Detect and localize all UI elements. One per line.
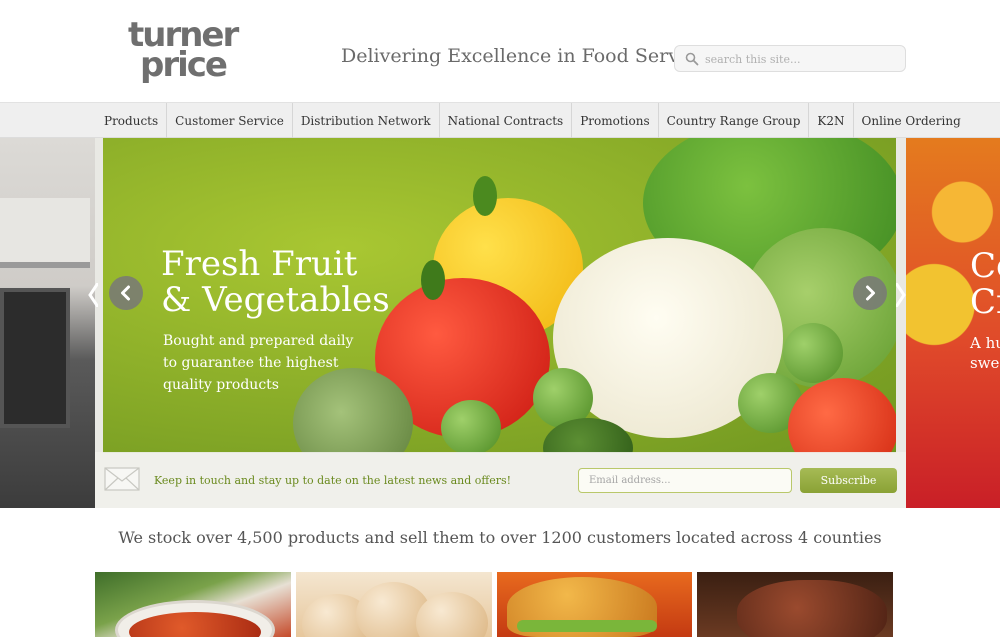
burger-lettuce-image [516, 620, 657, 632]
pepper-stem-image [421, 260, 445, 300]
previous-slide-peek[interactable] [0, 138, 95, 508]
pepper-stem-image [473, 176, 497, 216]
main-nav: Products Customer Service Distribution N… [0, 102, 1000, 138]
search-box[interactable] [674, 45, 906, 72]
next-slide-desc-line2: swee [970, 354, 1000, 372]
slide-title: Fresh Fruit & Vegetables [161, 246, 390, 318]
slide-desc-line3: quality products [163, 377, 279, 393]
nav-item-customer-service[interactable]: Customer Service [167, 103, 293, 138]
nav-item-online-ordering[interactable]: Online Ordering [854, 103, 969, 138]
next-slide-desc: A hu swee [970, 333, 1000, 373]
logo-text-line2: price [140, 45, 228, 85]
site-tagline: Delivering Excellence in Food Service [341, 45, 707, 67]
office-monitor-image [0, 288, 70, 428]
carousel-prev-button[interactable] [109, 276, 143, 310]
carousel-next-button[interactable] [853, 276, 887, 310]
slide-title-line2: & Vegetables [161, 280, 390, 320]
newsletter-bar: Keep in touch and stay up to date on the… [95, 452, 906, 508]
subscribe-button[interactable]: Subscribe [800, 468, 897, 493]
sprout-image [783, 323, 843, 383]
nav-item-products[interactable]: Products [96, 103, 168, 138]
steak-image [737, 580, 888, 637]
newsletter-text: Keep in touch and stay up to date on the… [154, 474, 512, 487]
slide-desc-line2: to guarantee the highest [163, 355, 339, 371]
email-field[interactable] [578, 468, 792, 493]
right-edge-notch-icon [896, 283, 906, 307]
sprout-image [441, 400, 501, 453]
slide-title-line1: Fresh Fruit [161, 244, 358, 284]
next-slide-desc-line1: A hu [970, 334, 1000, 352]
nav-list: Products Customer Service Distribution N… [96, 103, 969, 138]
product-tile-soup[interactable] [95, 572, 291, 637]
search-input[interactable] [705, 50, 900, 68]
next-slide-title-line1: Co [970, 246, 1000, 286]
next-slide-peek[interactable]: Co Cr A hu swee [906, 138, 1000, 508]
product-tile-steak[interactable] [697, 572, 893, 637]
product-tiles [95, 572, 893, 637]
search-icon [685, 52, 699, 66]
left-edge-notch-icon [88, 283, 98, 307]
next-slide-title: Co Cr [970, 248, 1000, 320]
nav-item-k2n[interactable]: K2N [809, 103, 854, 138]
nav-item-promotions[interactable]: Promotions [572, 103, 659, 138]
tomato-image [788, 378, 896, 453]
chevron-right-icon [866, 285, 875, 301]
current-slide[interactable]: Fresh Fruit & Vegetables Bought and prep… [103, 138, 896, 453]
turner-price-logo[interactable]: turner price [128, 18, 239, 86]
site-header: turner price Delivering Excellence in Fo… [0, 0, 1000, 102]
slide-description: Bought and prepared daily to guarantee t… [163, 330, 363, 396]
next-slide-title-line2: Cr [970, 282, 1000, 322]
stock-statement: We stock over 4,500 products and sell th… [118, 528, 882, 547]
slide-desc-line1: Bought and prepared daily [163, 333, 354, 349]
product-tile-eggs[interactable] [295, 572, 492, 637]
nav-item-country-range-group[interactable]: Country Range Group [659, 103, 810, 138]
envelope-icon [104, 467, 140, 491]
office-printer-image [0, 198, 90, 268]
nav-item-distribution-network[interactable]: Distribution Network [293, 103, 440, 138]
chevron-left-icon [121, 285, 130, 301]
product-tile-burger[interactable] [496, 572, 693, 637]
nav-item-national-contracts[interactable]: National Contracts [440, 103, 573, 138]
